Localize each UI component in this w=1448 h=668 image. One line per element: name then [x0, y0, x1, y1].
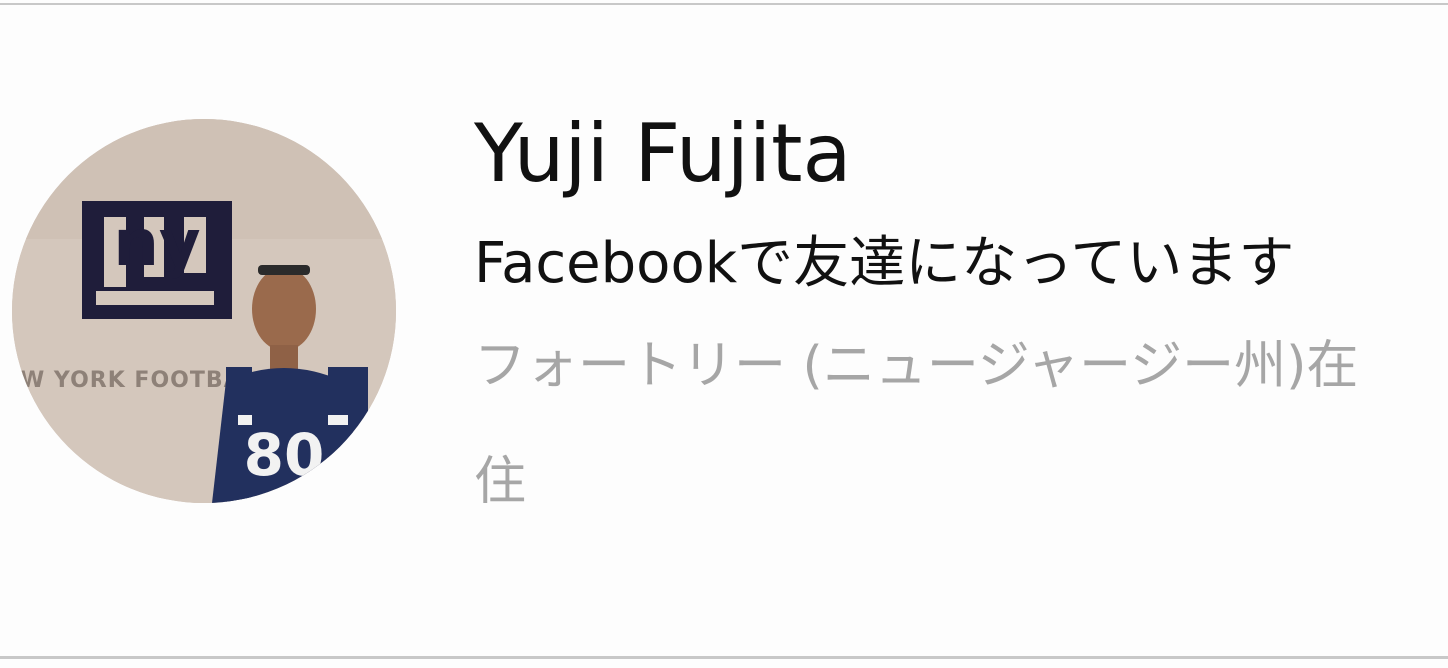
svg-text:80: 80	[244, 421, 325, 489]
profile-photo-icon: ny W YORK FOOTBALL 80	[12, 119, 396, 503]
top-divider	[0, 3, 1448, 5]
bottom-divider	[0, 656, 1448, 659]
profile-name[interactable]: Yuji Fujita	[474, 100, 1414, 208]
profile-info: Yuji Fujita Facebookで友達になっています フォートリー (ニ…	[474, 100, 1414, 540]
svg-text:ny: ny	[113, 207, 200, 281]
mutual-relation-text: Facebookで友達になっています	[474, 231, 1295, 296]
ny-logo: ny	[82, 201, 232, 319]
friend-suggestion-card[interactable]: ny W YORK FOOTBALL 80 Yuji Fujita Facebo…	[0, 0, 1448, 668]
location-text: フォートリー (ニュージャージー州)在住	[474, 336, 1359, 512]
profile-avatar[interactable]: ny W YORK FOOTBALL 80	[12, 119, 396, 503]
